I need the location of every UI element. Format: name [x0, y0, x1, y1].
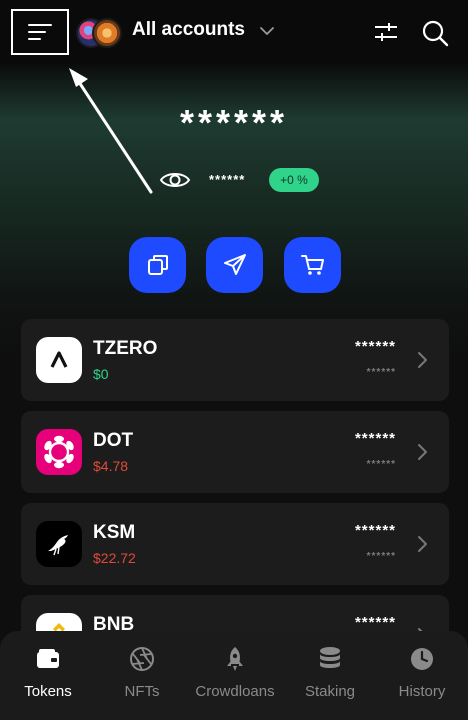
chevron-right-icon [418, 444, 427, 460]
eye-icon[interactable] [159, 168, 191, 192]
bottom-nav: Tokens NFTs Crowdloans Staking History [0, 631, 468, 720]
token-balance: ****** [354, 522, 396, 539]
token-balance: ****** [354, 338, 396, 355]
nav-label: History [398, 683, 446, 700]
nav-label: Tokens [24, 683, 72, 700]
wallet-app: All accounts ****** ****** +0 % TZERO $0… [0, 0, 468, 720]
token-value: ****** [366, 551, 396, 562]
token-row-tzero[interactable]: TZERO $0 ****** ****** [21, 319, 449, 401]
hamburger-menu-icon [28, 24, 52, 40]
token-balance: ****** [354, 430, 396, 447]
token-price: $22.72 [93, 550, 136, 566]
nav-label: Staking [304, 683, 356, 700]
search-icon[interactable] [420, 18, 450, 48]
token-symbol: TZERO [93, 338, 158, 359]
cart-icon [300, 255, 324, 275]
nav-history[interactable]: History [388, 645, 456, 700]
tzero-logo-icon [36, 337, 82, 383]
send-icon [223, 254, 246, 275]
send-button[interactable] [206, 237, 263, 293]
header: All accounts [0, 0, 468, 64]
polkadot-logo-icon [36, 429, 82, 475]
nav-tokens[interactable]: Tokens [14, 645, 82, 700]
rocket-icon [227, 647, 243, 671]
account-selector-label[interactable]: All accounts [132, 19, 245, 41]
token-price: $0 [93, 366, 109, 382]
token-price: $4.78 [93, 458, 129, 474]
copy-icon [147, 255, 168, 275]
change-badge: +0 % [269, 168, 319, 192]
database-icon [320, 647, 340, 668]
chevron-right-icon [418, 536, 427, 552]
wallet-icon [37, 649, 59, 668]
total-balance: ****** [179, 102, 289, 143]
chevron-right-icon [418, 352, 427, 368]
kusama-logo-icon [36, 521, 82, 567]
aperture-icon [130, 647, 154, 671]
token-balance: ****** [354, 614, 396, 631]
account-avatars[interactable] [76, 18, 122, 48]
token-symbol: DOT [93, 430, 134, 451]
chevron-down-icon[interactable] [258, 22, 276, 40]
nav-nfts[interactable]: NFTs [108, 645, 176, 700]
nav-label: Crowdloans [195, 683, 275, 700]
copy-address-button[interactable] [129, 237, 186, 293]
token-row-dot[interactable]: DOT $4.78 ****** ****** [21, 411, 449, 493]
clock-icon [411, 648, 433, 670]
token-value: ****** [366, 367, 396, 378]
token-value: ****** [366, 459, 396, 470]
token-row-ksm[interactable]: KSM $22.72 ****** ****** [21, 503, 449, 585]
nav-label: NFTs [124, 683, 160, 700]
avatar [92, 18, 122, 48]
sub-balance: ****** [209, 172, 246, 187]
menu-button[interactable] [11, 9, 69, 55]
buy-button[interactable] [284, 237, 341, 293]
token-symbol: KSM [93, 522, 136, 543]
nav-crowdloans[interactable]: Crowdloans [190, 645, 280, 700]
sliders-icon[interactable] [372, 18, 400, 46]
nav-staking[interactable]: Staking [298, 645, 362, 700]
